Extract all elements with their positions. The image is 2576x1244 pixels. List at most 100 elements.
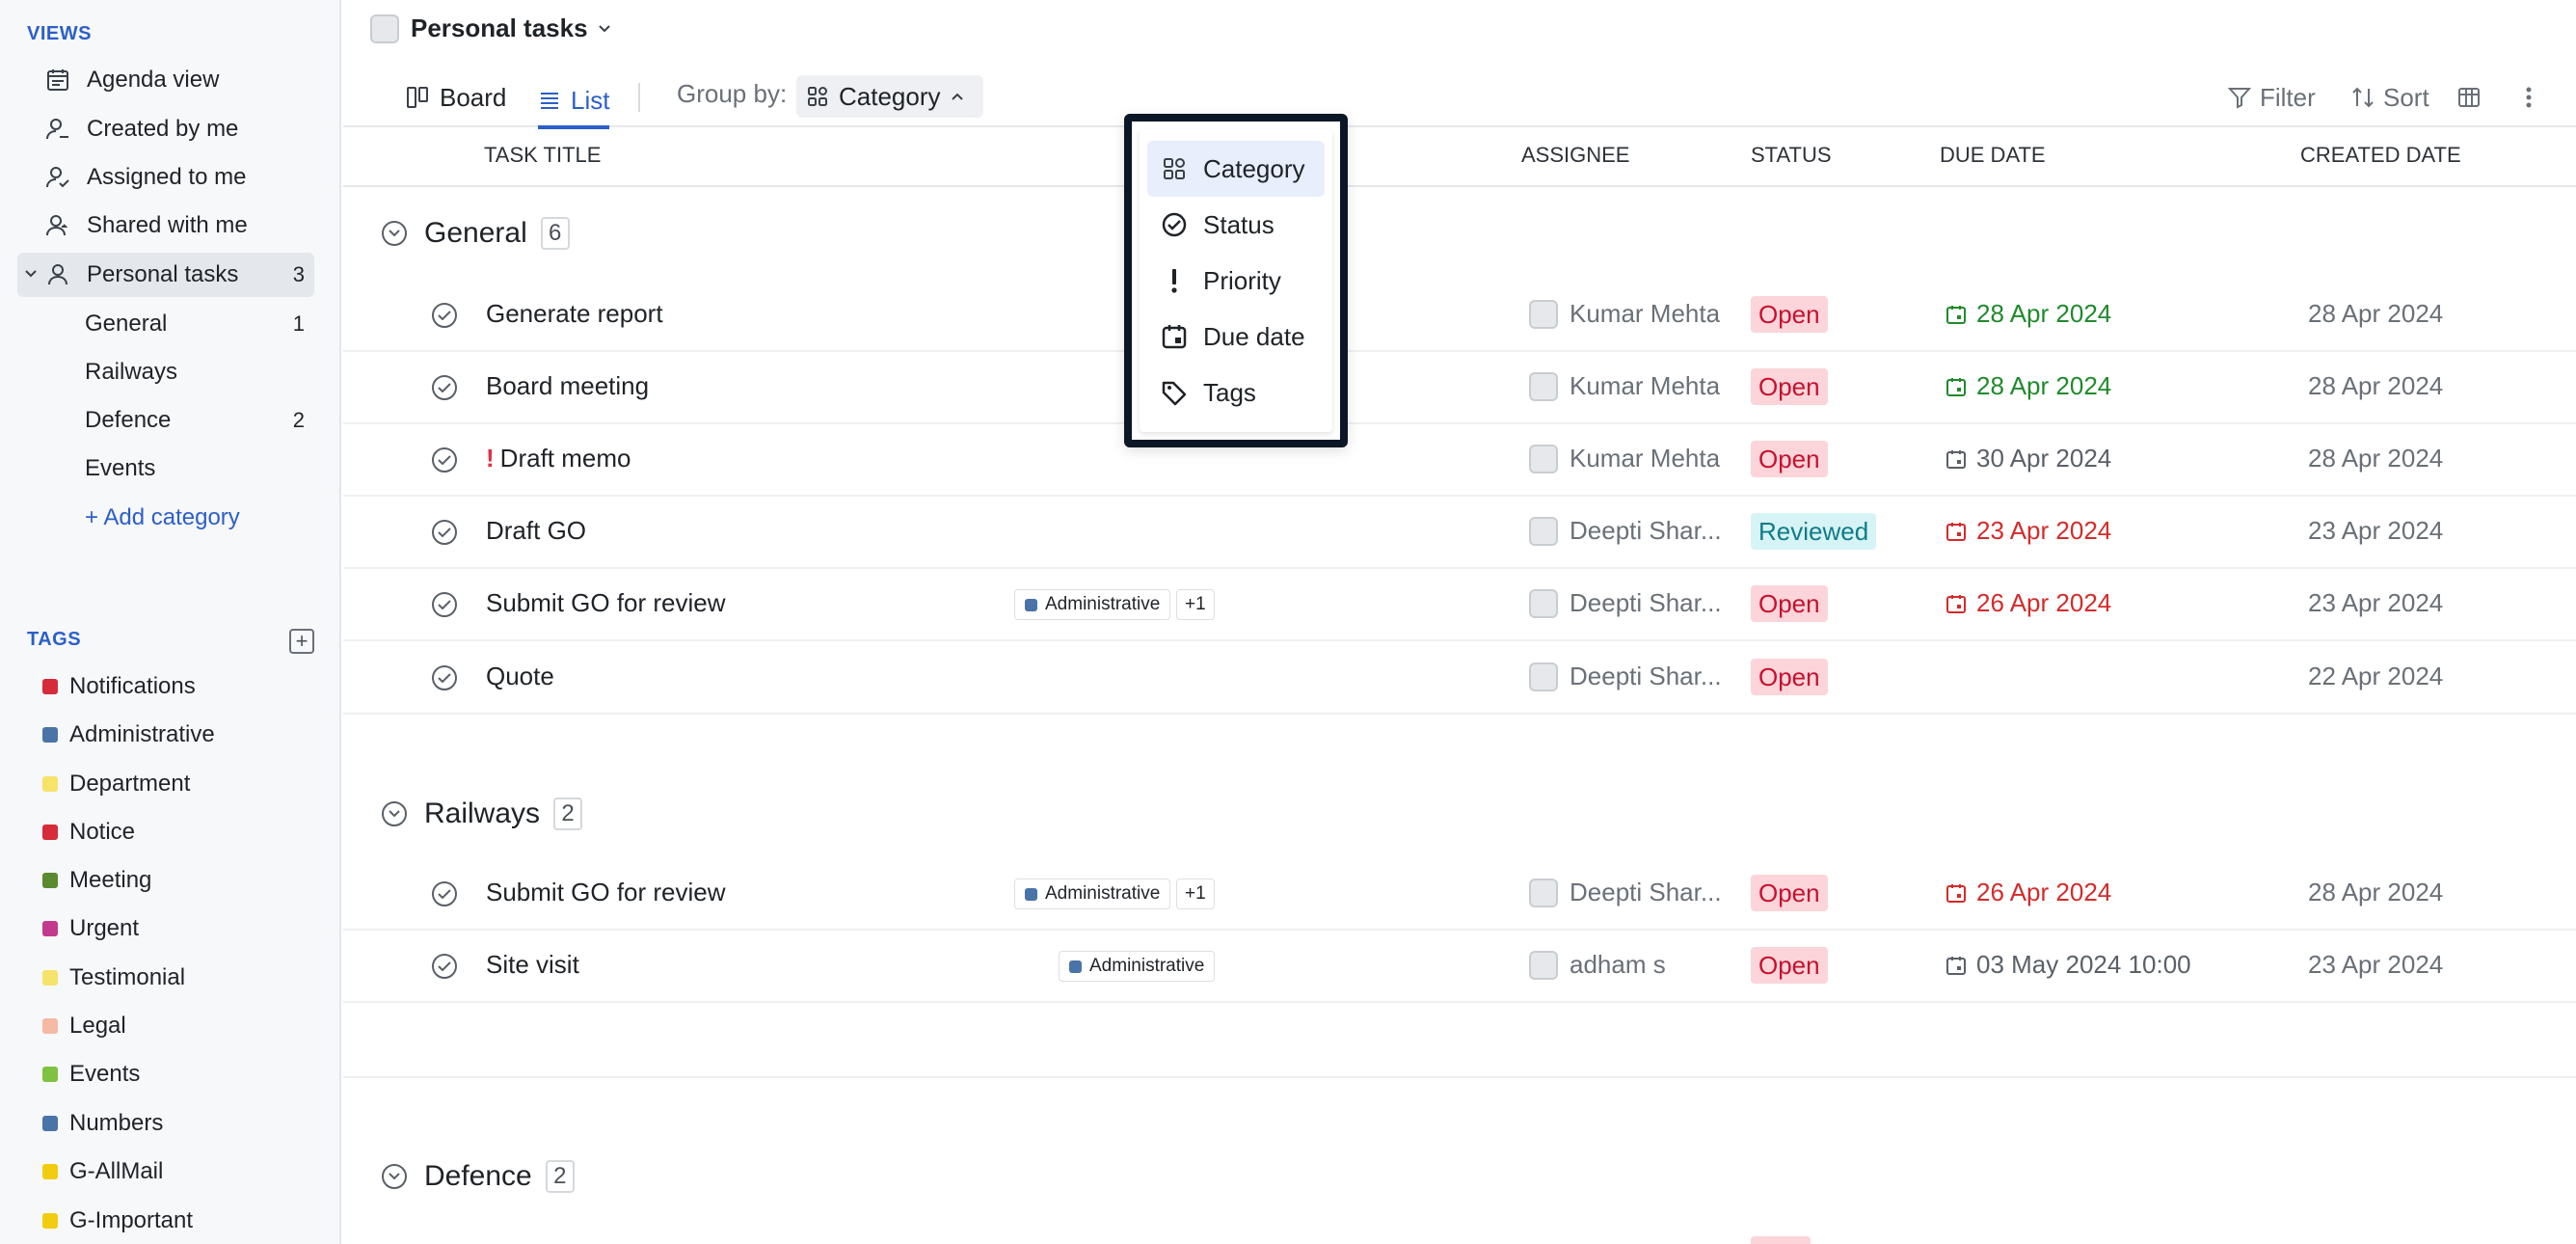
sidebar-item-shared-with-me[interactable]: Shared with me	[17, 203, 314, 248]
tag-item[interactable]: Numbers	[42, 1104, 163, 1143]
table-row[interactable]: Quote Deepti Shar... Open 22 Apr 2024	[343, 642, 2576, 715]
task-title[interactable]: Generate report	[486, 299, 663, 329]
tag-item[interactable]: Administrative	[42, 716, 215, 754]
tag-item[interactable]: Meeting	[42, 861, 151, 900]
menu-item-tags[interactable]: Tags	[1147, 365, 1325, 420]
complete-check-icon[interactable]	[432, 592, 457, 617]
tag-item[interactable]: Events	[42, 1055, 140, 1094]
group-header-railways[interactable]: Railways 2	[382, 789, 583, 839]
task-title[interactable]: Site visit	[486, 950, 579, 980]
collapse-toggle-icon[interactable]	[382, 1164, 407, 1189]
table-row[interactable]: Submit GO for review Administrative +1 D…	[343, 569, 2576, 641]
status-badge[interactable]: Open	[1751, 441, 1828, 477]
tag-item[interactable]: Legal	[42, 1007, 126, 1045]
table-row[interactable]: Draft GO Deepti Shar... Reviewed 23 Apr …	[343, 497, 2576, 569]
group-header-defence[interactable]: Defence 2	[382, 1151, 575, 1202]
page-title[interactable]: Personal tasks	[370, 14, 611, 43]
task-title[interactable]: Draft GO	[486, 516, 586, 546]
task-tag-chip[interactable]: Administrative	[1014, 589, 1171, 620]
table-row[interactable]: ! Draft memo Kumar Mehta Open 30 Apr 2024…	[343, 424, 2576, 497]
task-title[interactable]: Quote	[486, 662, 554, 691]
task-title[interactable]: ! Draft memo	[486, 444, 631, 473]
col-assignee[interactable]: ASSIGNEE	[1521, 143, 1629, 168]
col-created-date[interactable]: CREATED DATE	[2300, 143, 2461, 168]
status-badge[interactable]: Open	[1751, 659, 1828, 695]
sidebar-category-events[interactable]: Events	[85, 446, 314, 491]
complete-check-icon[interactable]	[432, 520, 457, 545]
col-task-title[interactable]: TASK TITLE	[484, 143, 601, 168]
group-by-dropdown[interactable]: Category	[796, 75, 983, 118]
task-due-date[interactable]: 03 May 2024 10:00	[1945, 950, 2191, 980]
task-title[interactable]: Submit GO for review	[486, 588, 726, 618]
complete-check-icon[interactable]	[432, 303, 457, 328]
complete-check-icon[interactable]	[432, 375, 457, 400]
sort-button[interactable]: Sort	[2350, 75, 2429, 120]
filter-button[interactable]: Filter	[2227, 75, 2316, 120]
menu-item-priority[interactable]: Priority	[1147, 253, 1325, 309]
category-icon	[1159, 153, 1190, 184]
task-due-date[interactable]: 23 Apr 2024	[1945, 516, 2111, 546]
sidebar-category-railways[interactable]: Railways	[85, 350, 314, 394]
tab-board[interactable]: Board	[405, 75, 506, 120]
complete-check-icon[interactable]	[432, 881, 457, 906]
collapse-toggle-icon[interactable]	[382, 221, 407, 246]
tag-item[interactable]: Urgent	[42, 909, 139, 948]
task-due-date[interactable]: 26 Apr 2024	[1945, 588, 2111, 618]
status-badge[interactable]: Open	[1751, 296, 1828, 333]
complete-check-icon[interactable]	[432, 954, 457, 979]
table-row[interactable]: Site visit Administrative adham s Open 0…	[343, 931, 2576, 1003]
group-header-general[interactable]: General 6	[382, 208, 570, 258]
task-assignee: Deepti Shar...	[1529, 662, 1722, 691]
menu-item-due-date[interactable]: Due date	[1147, 309, 1325, 365]
sidebar-category-defence[interactable]: Defence 2	[85, 398, 314, 443]
tag-item[interactable]: G-Important	[42, 1202, 193, 1240]
tag-item[interactable]: G-AllMail	[42, 1152, 163, 1191]
task-due-date[interactable]: 26 Apr 2024	[1945, 878, 2111, 907]
task-created-date: 28 Apr 2024	[2308, 878, 2444, 906]
tag-label: Urgent	[69, 915, 140, 941]
task-tag-chip[interactable]: Administrative	[1014, 879, 1171, 909]
status-badge[interactable]: Open	[1751, 585, 1828, 622]
menu-item-category[interactable]: Category	[1147, 141, 1325, 197]
tag-item[interactable]: Notifications	[42, 667, 196, 706]
columns-button[interactable]	[2456, 75, 2489, 120]
menu-item-status[interactable]: Status	[1147, 197, 1325, 253]
sidebar-category-general[interactable]: General 1	[85, 302, 314, 346]
tag-item[interactable]: Notice	[42, 813, 135, 852]
status-badge[interactable]: Open	[1751, 368, 1828, 405]
column-headers: TASK TITLE ASSIGNEE STATUS DUE DATE CREA…	[343, 129, 2576, 187]
add-tag-button[interactable]: +	[289, 629, 314, 654]
task-title[interactable]: Submit GO for review	[486, 878, 726, 907]
table-row[interactable]: Board meeting Kumar Mehta Open 28 Apr 20…	[343, 352, 2576, 424]
sidebar-item-agenda-view[interactable]: Agenda view	[17, 58, 314, 102]
collapse-toggle-icon[interactable]	[382, 801, 407, 826]
more-tags-chip[interactable]: +1	[1176, 589, 1215, 620]
col-due-date[interactable]: DUE DATE	[1940, 143, 2046, 168]
group-name: Railways	[424, 798, 541, 829]
table-row[interactable]: Submit GO for review Administrative +1 D…	[343, 858, 2576, 931]
complete-check-icon[interactable]	[432, 665, 457, 690]
sidebar-item-created-by-me[interactable]: Created by me	[17, 107, 314, 151]
status-badge[interactable]: Open	[1751, 875, 1828, 911]
chevron-down-icon[interactable]	[21, 262, 40, 285]
task-due-date[interactable]: 28 Apr 2024	[1945, 299, 2111, 329]
calendar-icon	[1946, 594, 1966, 613]
tag-item[interactable]: Department	[42, 765, 190, 803]
tab-list[interactable]: List	[538, 75, 610, 129]
status-badge[interactable]: Reviewed	[1751, 513, 1877, 550]
tag-item[interactable]: Testimonial	[42, 959, 185, 997]
task-due-date[interactable]: 30 Apr 2024	[1945, 444, 2111, 473]
complete-check-icon[interactable]	[432, 447, 457, 473]
sidebar-item-assigned-to-me[interactable]: Assigned to me	[17, 155, 314, 200]
add-category-link[interactable]: + Add category	[85, 504, 240, 531]
task-due-date[interactable]: 28 Apr 2024	[1945, 371, 2111, 401]
task-title[interactable]: Board meeting	[486, 371, 649, 401]
more-tags-chip[interactable]: +1	[1176, 879, 1215, 909]
more-options-button[interactable]	[2524, 75, 2541, 120]
status-badge[interactable]: Open	[1751, 947, 1828, 984]
sidebar-item-personal-tasks[interactable]: Personal tasks 3	[17, 253, 314, 297]
task-tag-chip[interactable]: Administrative	[1059, 951, 1216, 982]
table-row[interactable]: Generate report Kumar Mehta Open 28 Apr …	[343, 280, 2576, 352]
col-status[interactable]: STATUS	[1751, 143, 1832, 168]
tag-label: Administrative	[69, 721, 215, 747]
